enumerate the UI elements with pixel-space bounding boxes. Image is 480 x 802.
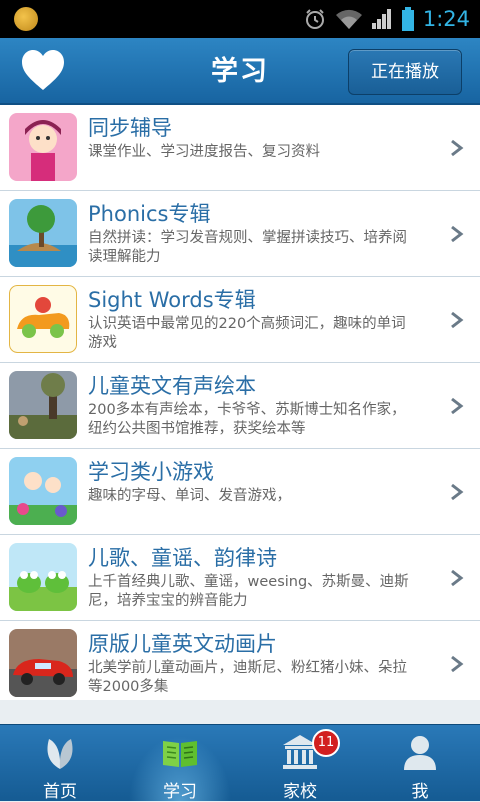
- chevron-right-icon: [451, 397, 464, 415]
- race-cars-thumbnail: [9, 629, 77, 697]
- now-playing-button[interactable]: 正在播放: [348, 49, 462, 95]
- kids-flowers-thumbnail: [9, 457, 77, 525]
- frogs-thumbnail: [9, 543, 77, 611]
- island-tree-thumbnail: [9, 199, 77, 267]
- item-description: 北美学前儿童动画片，迪斯尼、粉红猪小妹、朵拉等2000多集: [88, 660, 407, 695]
- list-item[interactable]: 同步辅导 课堂作业、学习进度报告、复习资料: [0, 105, 480, 191]
- list-footer-space: [0, 700, 480, 724]
- list-item[interactable]: Sight Words专辑 认识英语中最常见的220个高频词汇，趣味的单词游戏: [0, 277, 480, 363]
- item-description: 趣味的字母、单词、发音游戏，: [88, 488, 291, 504]
- list-item[interactable]: 原版儿童英文动画片 北美学前儿童动画片，迪斯尼、粉红猪小妹、朵拉等2000多集: [0, 621, 480, 707]
- item-title: Phonics专辑: [88, 202, 211, 226]
- title-bar: 学习 正在播放: [0, 38, 480, 105]
- chevron-right-icon: [451, 483, 464, 501]
- item-description: 认识英语中最常见的220个高频词汇，趣味的单词游戏: [88, 316, 406, 351]
- leaf-icon: [47, 739, 73, 769]
- wifi-icon: [335, 9, 362, 29]
- item-title: 同步辅导: [88, 116, 172, 140]
- cartoon-car-thumbnail: [9, 285, 77, 353]
- battery-icon: [401, 7, 414, 31]
- chevron-right-icon: [451, 139, 464, 157]
- user-icon: [404, 736, 436, 770]
- list-item[interactable]: 儿歌、童谣、韵律诗 上千首经典儿歌、童谣，weesing、苏斯曼、迪斯尼，培养宝…: [0, 535, 480, 621]
- nav-label: 家校: [283, 782, 317, 802]
- item-description: 自然拼读：学习发音规则、掌握拼读技巧、培养阅读理解能力: [88, 230, 407, 265]
- notification-badge: 11: [312, 729, 340, 757]
- list-item[interactable]: 学习类小游戏 趣味的字母、单词、发音游戏，: [0, 449, 480, 535]
- item-description: 上千首经典儿歌、童谣，weesing、苏斯曼、迪斯尼，培养宝宝的辨音能力: [88, 574, 409, 609]
- book-icon: [163, 741, 197, 767]
- notification-icon: [14, 7, 38, 31]
- nav-home[interactable]: 首页: [0, 725, 120, 802]
- item-title: 原版儿童英文动画片: [88, 632, 277, 656]
- bottom-nav: 首页 学习 11 家校 我: [0, 724, 480, 802]
- item-title: 学习类小游戏: [88, 460, 214, 484]
- nav-label: 学习: [163, 782, 197, 802]
- alarm-icon: [305, 9, 324, 29]
- nav-label: 我: [411, 782, 429, 802]
- item-title: 儿童英文有声绘本: [88, 374, 256, 398]
- learning-list: 同步辅导 课堂作业、学习进度报告、复习资料 Phonics专辑 自然拼读：学习发…: [0, 105, 480, 707]
- nav-me[interactable]: 我: [360, 725, 480, 802]
- list-item[interactable]: 儿童英文有声绘本 200多本有声绘本，卡爷爷、苏斯博士知名作家，纽约公共图书馆推…: [0, 363, 480, 449]
- girl-character-thumbnail: [9, 113, 77, 181]
- nav-study[interactable]: 学习: [120, 725, 240, 802]
- nav-home-school[interactable]: 11 家校: [240, 725, 360, 802]
- item-description: 课堂作业、学习进度报告、复习资料: [88, 144, 320, 160]
- list-item[interactable]: Phonics专辑 自然拼读：学习发音规则、掌握拼读技巧、培养阅读理解能力: [0, 191, 480, 277]
- chevron-right-icon: [451, 311, 464, 329]
- nav-label: 首页: [43, 782, 77, 802]
- storybook-landscape-thumbnail: [9, 371, 77, 439]
- item-title: 儿歌、童谣、韵律诗: [88, 546, 277, 570]
- clock-text: 1:24: [422, 7, 470, 31]
- chevron-right-icon: [451, 569, 464, 587]
- item-title: Sight Words专辑: [88, 288, 256, 312]
- signal-icon: [371, 9, 391, 29]
- chevron-right-icon: [451, 655, 464, 673]
- status-bar: 1:24: [0, 0, 480, 38]
- status-icons: 1:24: [303, 4, 470, 34]
- item-description: 200多本有声绘本，卡爷爷、苏斯博士知名作家，纽约公共图书馆推荐，获奖绘本等: [88, 402, 406, 437]
- chevron-right-icon: [451, 225, 464, 243]
